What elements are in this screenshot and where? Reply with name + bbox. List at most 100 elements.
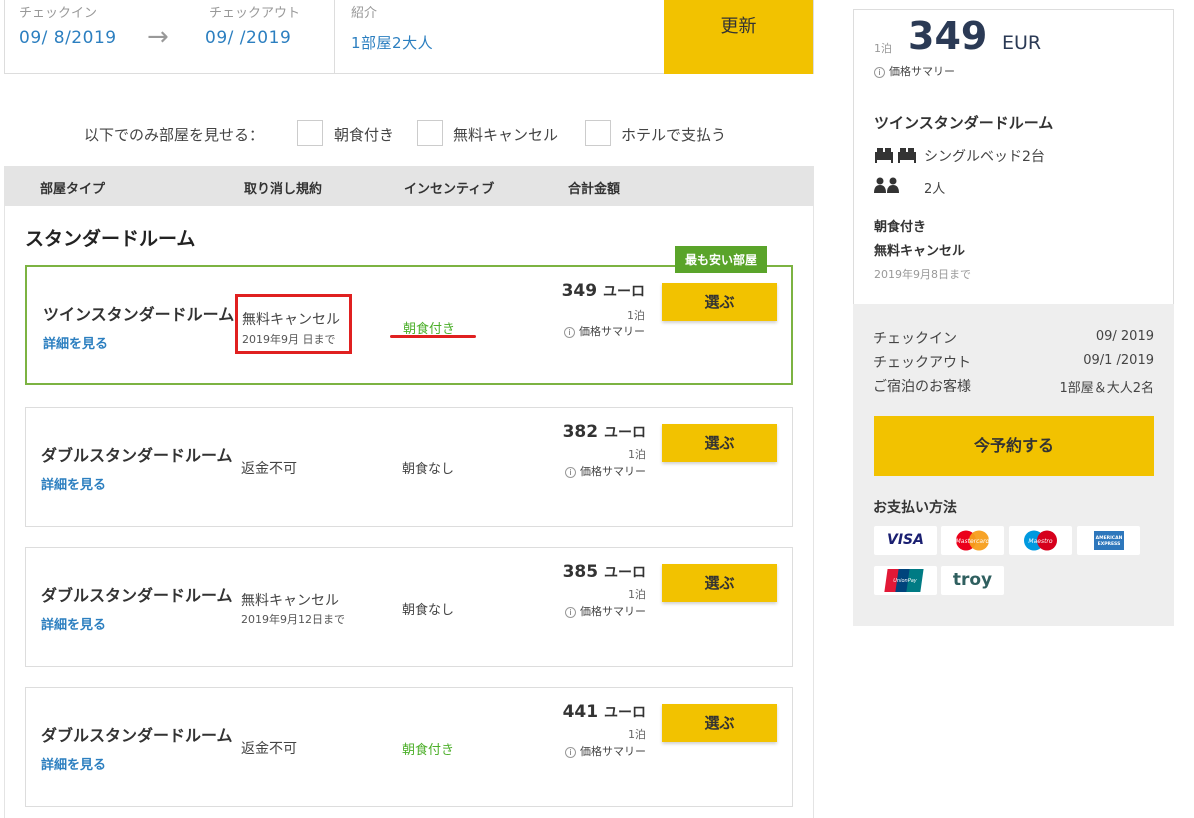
price-summary-label: 価格サマリー <box>580 605 646 618</box>
booking-summary-card: 1泊 349 EUR i 価格サマリー ツインスタンダードルーム シングルベッド2… <box>853 9 1174 305</box>
visa-label: VISA <box>887 532 924 548</box>
nights: 1泊 <box>628 728 646 741</box>
select-button[interactable]: 選ぶ <box>662 564 777 602</box>
room-details-link[interactable]: 詳細を見る <box>41 474 106 493</box>
guests-field[interactable]: 1部屋2大人 <box>351 32 433 53</box>
nights: 1泊 <box>627 309 645 322</box>
checkout-label: チェックアウト <box>873 355 971 371</box>
summary-beds: シングルベッド2台 <box>924 149 1045 165</box>
free-cancel-filter-checkbox[interactable] <box>417 120 443 146</box>
info-icon: i <box>564 326 575 338</box>
mastercard-icon: Mastercard <box>941 526 1004 555</box>
summary-breakfast: 朝食付き <box>874 220 927 235</box>
update-button[interactable]: 更新 <box>664 0 813 74</box>
filter-label: 以下でのみ部屋を見せる： <box>84 126 265 144</box>
maestro-icon: Maestro <box>1009 526 1072 555</box>
price-summary-link[interactable]: i 価格サマリー <box>565 463 646 479</box>
price-summary-link[interactable]: i 価格サマリー <box>564 323 645 339</box>
highlight-underline <box>390 335 476 338</box>
table-row: ツインスタンダードルーム 詳細を見る 無料キャンセル 2019年9月 日まで 朝… <box>25 265 793 385</box>
checkin-date-field[interactable]: 09/ 8/2019 <box>19 28 117 48</box>
incentive-label: 朝食なし <box>402 462 455 477</box>
checkin-label: チェックイン <box>19 6 98 21</box>
price-summary-label: 価格サマリー <box>580 465 646 478</box>
price-summary-label: 価格サマリー <box>579 325 645 338</box>
checkout-date-field[interactable]: 09/ /2019 <box>205 28 291 48</box>
summary-nights: 1泊 <box>874 42 892 55</box>
guests-label: 紹介 <box>351 6 378 21</box>
summary-price-summary-label: 価格サマリー <box>889 65 955 78</box>
incentive-label: 朝食付き <box>402 743 455 758</box>
select-button[interactable]: 選ぶ <box>662 283 777 321</box>
book-now-button[interactable]: 今予約する <box>874 416 1154 476</box>
price: 441 ユーロ <box>563 702 646 722</box>
pay-at-hotel-filter-checkbox[interactable] <box>585 120 611 146</box>
divider <box>334 0 335 74</box>
troy-icon: troy <box>941 566 1004 595</box>
table-row: ダブルスタンダードルーム 詳細を見る 無料キャンセル 2019年9月12日まで … <box>25 547 793 667</box>
guests-value: 1部屋＆大人2名 <box>1059 381 1154 396</box>
breakfast-filter-checkbox[interactable] <box>297 120 323 146</box>
cancel-policy: 無料キャンセル <box>241 593 339 609</box>
room-name: ダブルスタンダードルーム <box>41 586 233 605</box>
header-cancel-policy: 取り消し規約 <box>244 182 323 197</box>
nights: 1泊 <box>628 588 646 601</box>
room-details-link[interactable]: 詳細を見る <box>41 614 106 633</box>
checkin-label: チェックイン <box>873 331 957 347</box>
select-button[interactable]: 選ぶ <box>662 704 777 742</box>
price-summary-link[interactable]: i 価格サマリー <box>565 743 646 759</box>
bed-icon <box>874 146 918 168</box>
room-details-link[interactable]: 詳細を見る <box>41 754 106 773</box>
summary-guests: 2人 <box>924 182 946 197</box>
cancel-deadline: 2019年9月12日まで <box>241 613 345 626</box>
price-value: 349 <box>561 281 598 301</box>
mastercard-label: Mastercard <box>956 538 990 545</box>
select-button[interactable]: 選ぶ <box>662 424 777 462</box>
price: 385 ユーロ <box>563 562 646 582</box>
svg-text:AMERICAN: AMERICAN <box>1096 535 1123 541</box>
checkout-label: チェックアウト <box>209 6 301 21</box>
payment-title: お支払い方法 <box>873 500 957 516</box>
arrow-right-icon: → <box>147 22 169 52</box>
price-unit: ユーロ <box>604 705 646 721</box>
header-incentive: インセンティブ <box>404 182 495 197</box>
highlight-box <box>235 294 352 354</box>
price-summary-link[interactable]: i 価格サマリー <box>565 603 646 619</box>
cancel-policy: 返金不可 <box>241 461 297 477</box>
amex-icon: AMERICAN EXPRESS <box>1077 526 1140 555</box>
visa-icon: VISA <box>874 526 937 555</box>
price-unit: ユーロ <box>604 425 646 441</box>
summary-price-summary-link[interactable]: i 価格サマリー <box>874 63 955 79</box>
room-name: ダブルスタンダードルーム <box>41 446 233 465</box>
maestro-label: Maestro <box>1028 538 1052 545</box>
guests-icon <box>874 177 900 197</box>
table-header: 部屋タイプ 取り消し規約 インセンティブ 合計金額 <box>4 166 814 206</box>
price: 382 ユーロ <box>563 422 646 442</box>
room-details-link[interactable]: 詳細を見る <box>43 333 108 352</box>
table-row: ダブルスタンダードルーム 詳細を見る 返金不可 朝食なし 382 ユーロ 1泊 … <box>25 407 793 527</box>
summary-cancel-until: 2019年9月8日まで <box>874 268 971 281</box>
price-value: 385 <box>562 562 599 582</box>
cheapest-room-badge: 最も安い部屋 <box>675 246 768 273</box>
cancel-policy: 返金不可 <box>241 741 297 757</box>
incentive-label: 朝食なし <box>402 603 455 618</box>
price: 349 ユーロ <box>562 281 645 301</box>
info-icon: i <box>565 606 576 618</box>
price-unit: ユーロ <box>604 565 646 581</box>
summary-cancel: 無料キャンセル <box>874 244 966 259</box>
table-row: ダブルスタンダードルーム 詳細を見る 返金不可 朝食付き 441 ユーロ 1泊 … <box>25 687 793 807</box>
room-name: ダブルスタンダードルーム <box>41 726 233 745</box>
free-cancel-filter-label: 無料キャンセル <box>453 126 559 144</box>
troy-label: troy <box>952 570 993 590</box>
price-summary-label: 価格サマリー <box>580 745 646 758</box>
unionpay-icon: UnionPay <box>874 566 937 595</box>
pay-at-hotel-filter-label: ホテルで支払う <box>621 126 727 144</box>
unionpay-label: UnionPay <box>893 578 918 584</box>
checkout-value: 09/1 /2019 <box>1083 353 1154 368</box>
price-value: 441 <box>562 702 599 722</box>
breakfast-filter-label: 朝食付き <box>334 126 395 144</box>
svg-text:EXPRESS: EXPRESS <box>1098 541 1121 547</box>
info-icon: i <box>565 746 576 758</box>
nights: 1泊 <box>628 448 646 461</box>
info-icon: i <box>565 466 576 478</box>
